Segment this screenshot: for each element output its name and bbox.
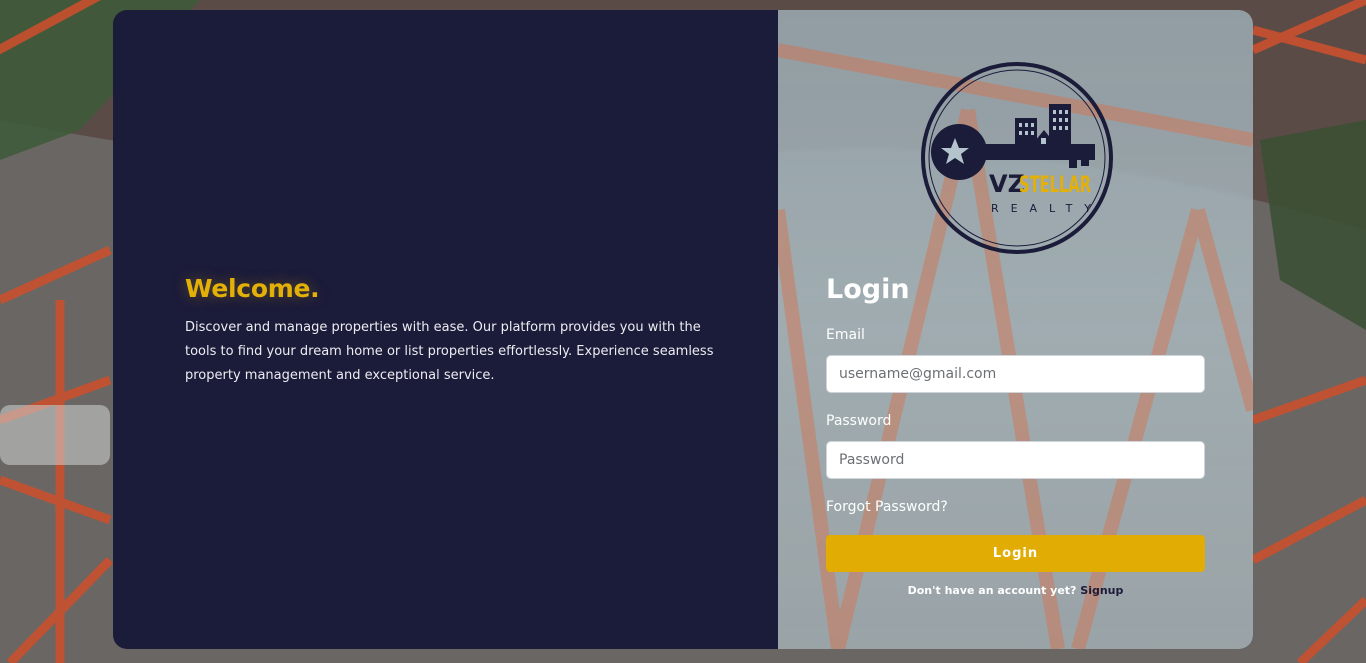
email-label: Email <box>826 327 865 343</box>
vz-stellar-realty-logo: VZ STELLAR REALTY <box>921 62 1113 254</box>
signup-link[interactable]: Signup <box>1080 584 1123 597</box>
login-panel: VZ STELLAR REALTY Login Email Password F… <box>771 10 1253 649</box>
forgot-password-link[interactable]: Forgot Password? <box>826 499 948 515</box>
login-button[interactable]: Login <box>826 535 1205 572</box>
signup-prompt-line: Don't have an account yet? Signup <box>826 584 1205 597</box>
welcome-title: Welcome. <box>185 274 320 303</box>
welcome-description: Discover and manage properties with ease… <box>185 320 714 383</box>
key-with-buildings-icon <box>931 104 1095 180</box>
password-input[interactable] <box>826 441 1205 479</box>
welcome-panel: Welcome. Discover and manage properties … <box>113 10 778 649</box>
password-label: Password <box>826 413 892 429</box>
login-card: Welcome. Discover and manage properties … <box>113 10 1253 649</box>
email-input[interactable] <box>826 355 1205 393</box>
login-title: Login <box>826 274 910 305</box>
logo-text-stellar: STELLAR <box>1019 173 1091 198</box>
logo-text-realty: REALTY <box>991 202 1091 215</box>
signup-prompt-text: Don't have an account yet? <box>907 584 1077 597</box>
